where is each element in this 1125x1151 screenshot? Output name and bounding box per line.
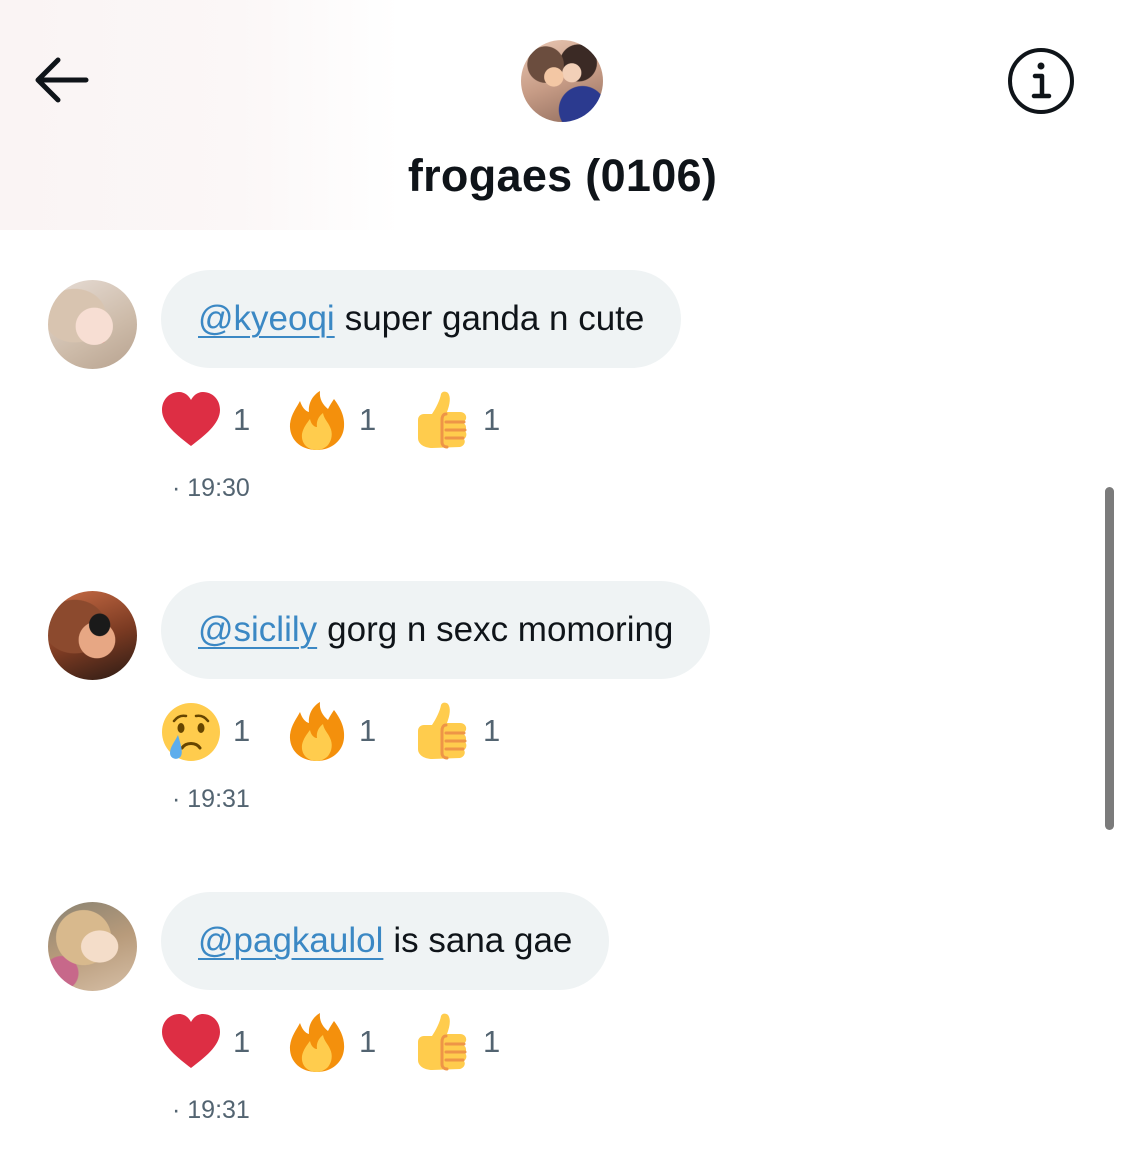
dm-conversation-screen: frogaes (0106) @kyeoqi super ganda n cut… <box>0 0 1125 1151</box>
fire-icon <box>286 390 348 452</box>
message-item: @siclily gorg n sexc momoring 1 1 1 · 19… <box>0 581 1100 841</box>
conversation-title[interactable]: frogaes (0106) <box>0 150 1125 202</box>
back-button[interactable] <box>30 50 94 110</box>
reaction-count: 1 <box>233 402 251 437</box>
message-item: @kyeoqi super ganda n cute 1 1 1 · 19:30 <box>0 270 1100 530</box>
avatar[interactable] <box>48 280 137 369</box>
mention-link[interactable]: @pagkaulol <box>198 921 383 961</box>
reaction-count: 1 <box>483 713 501 748</box>
info-icon <box>1008 48 1074 114</box>
reaction-count: 1 <box>359 1024 377 1059</box>
mention-link[interactable]: @kyeoqi <box>198 299 335 339</box>
message-bubble[interactable]: @kyeoqi super ganda n cute <box>161 270 682 368</box>
mention-link[interactable]: @siclily <box>198 610 317 650</box>
message-text: super ganda n cute <box>344 299 645 338</box>
fire-icon <box>286 701 348 763</box>
group-avatar[interactable] <box>521 40 603 122</box>
scrollbar[interactable] <box>1105 487 1114 830</box>
fire-icon <box>286 1012 348 1074</box>
thumbs-up-icon <box>410 390 472 452</box>
message-timestamp: · 19:30 <box>172 474 250 502</box>
reaction-count: 1 <box>359 713 377 748</box>
reaction-count: 1 <box>233 713 251 748</box>
message-timestamp: · 19:31 <box>172 785 250 813</box>
message-item: @pagkaulol is sana gae 1 1 1 · 19:31 <box>0 892 1100 1151</box>
arrow-left-icon <box>35 57 89 103</box>
heart-icon <box>160 390 222 452</box>
crying-face-icon <box>160 701 222 763</box>
message-text: is sana gae <box>393 921 573 960</box>
info-button[interactable] <box>1006 46 1076 116</box>
reaction-count: 1 <box>483 1024 501 1059</box>
avatar[interactable] <box>48 591 137 680</box>
conversation-header: frogaes (0106) <box>0 0 1125 232</box>
reaction-count: 1 <box>233 1024 251 1059</box>
reaction-count: 1 <box>483 402 501 437</box>
heart-icon <box>160 1012 222 1074</box>
message-bubble[interactable]: @pagkaulol is sana gae <box>161 892 610 990</box>
message-text: gorg n sexc momoring <box>327 610 674 649</box>
message-timestamp: · 19:31 <box>172 1096 250 1124</box>
thumbs-up-icon <box>410 701 472 763</box>
thumbs-up-icon <box>410 1012 472 1074</box>
avatar[interactable] <box>48 902 137 991</box>
message-bubble[interactable]: @siclily gorg n sexc momoring <box>161 581 711 679</box>
reaction-count: 1 <box>359 402 377 437</box>
